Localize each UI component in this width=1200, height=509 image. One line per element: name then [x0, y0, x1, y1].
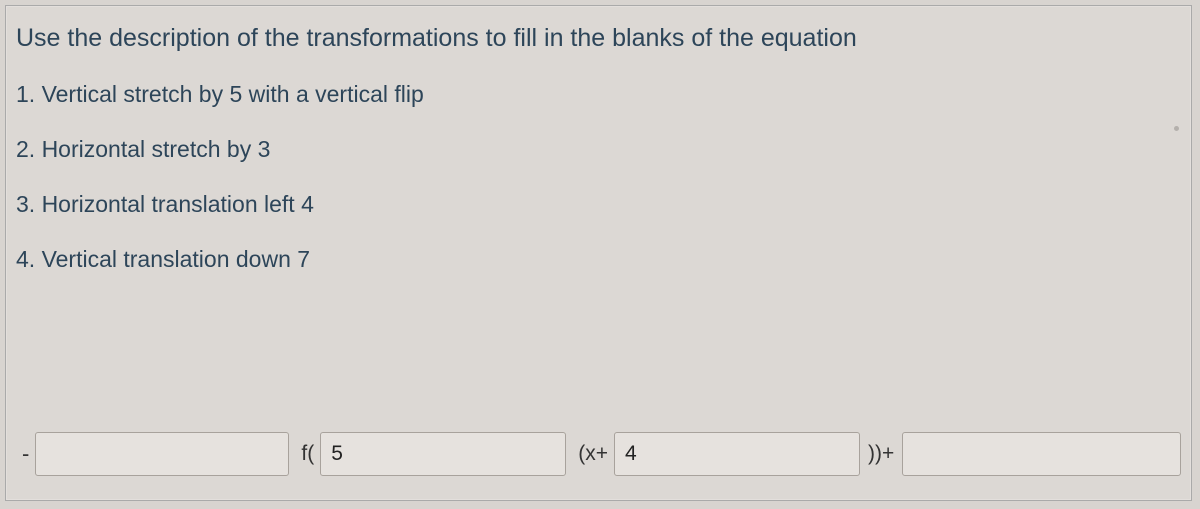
blank-outer-coefficient[interactable]: [35, 432, 289, 476]
blank-horizontal-shift-input[interactable]: [625, 442, 849, 466]
blank-vertical-shift[interactable]: [902, 432, 1181, 476]
blank-outer-coefficient-input[interactable]: [46, 442, 278, 466]
f-open-paren: f(: [301, 442, 314, 466]
blank-inner-coefficient[interactable]: [320, 432, 566, 476]
equation-row: - f( (x+ ))+: [16, 432, 1181, 476]
leading-minus-sign: -: [20, 441, 31, 467]
transformation-item-4: 4. Vertical translation down 7: [16, 246, 1181, 273]
question-panel: Use the description of the transformatio…: [5, 5, 1192, 501]
blank-horizontal-shift[interactable]: [614, 432, 860, 476]
transformation-item-1: 1. Vertical stretch by 5 with a vertical…: [16, 81, 1181, 108]
close-parens-plus: ))+: [868, 442, 894, 466]
decorative-dot: [1174, 126, 1179, 131]
transformation-item-3: 3. Horizontal translation left 4: [16, 191, 1181, 218]
blank-inner-coefficient-input[interactable]: [331, 442, 555, 466]
instruction-text: Use the description of the transformatio…: [16, 24, 1181, 53]
transformation-item-2: 2. Horizontal stretch by 3: [16, 136, 1181, 163]
blank-vertical-shift-input[interactable]: [913, 442, 1170, 466]
x-plus-text: (x+: [578, 442, 608, 466]
